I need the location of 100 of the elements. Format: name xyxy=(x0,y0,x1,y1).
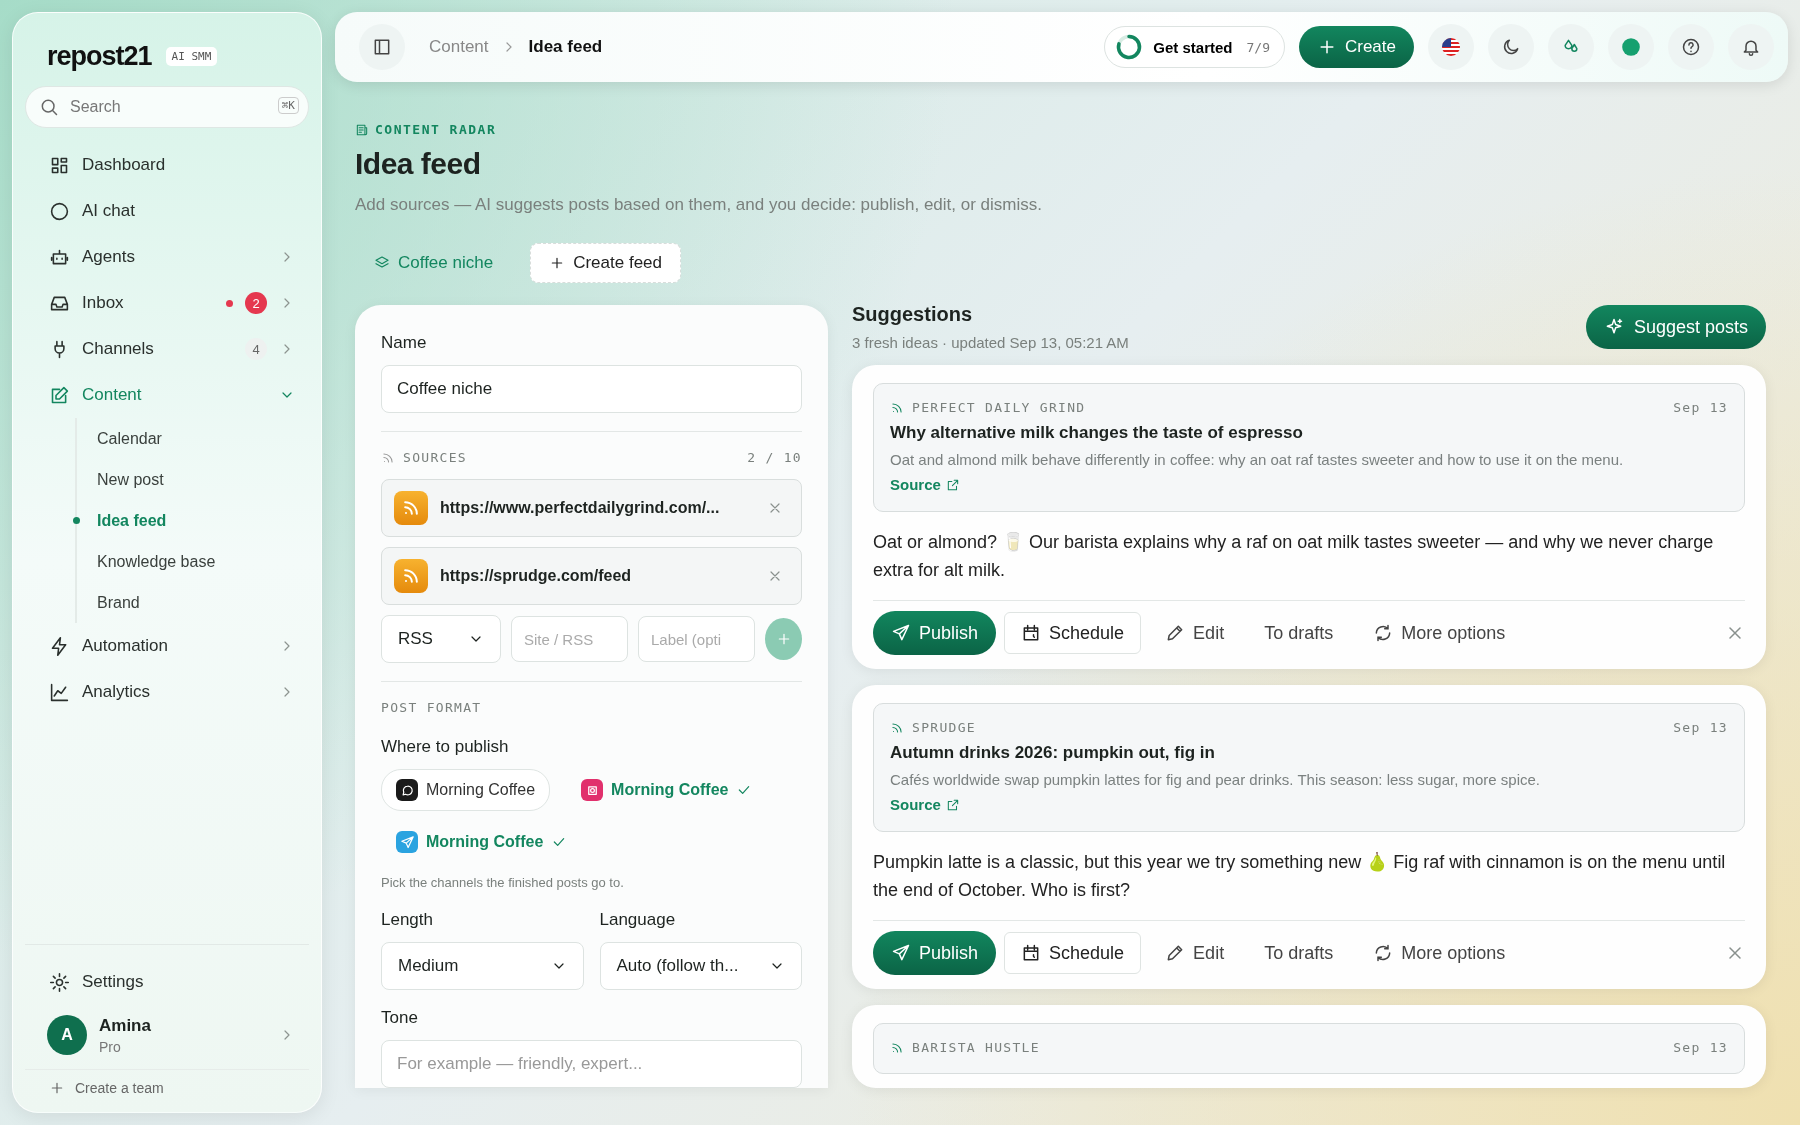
label-field[interactable]: Label (opti xyxy=(638,616,755,662)
publish-button[interactable]: Publish xyxy=(873,931,997,975)
action-button[interactable]: To drafts xyxy=(1248,931,1350,975)
sub-nav-item[interactable]: Brand xyxy=(97,582,140,623)
get-started-button[interactable]: Get started 7/9 xyxy=(1104,26,1285,68)
sub-nav-item[interactable]: Knowledge base xyxy=(97,541,216,582)
article-title: Why alternative milk changes the taste of espresso xyxy=(890,423,1304,443)
article-summary: Cafés worldwide swap pumpkin lattes for fig and pear drinks. This season: less sugar, more spice. xyxy=(890,771,1542,788)
field-label: Tone xyxy=(381,1008,419,1028)
user-name: Amina xyxy=(99,1015,152,1036)
nav-item[interactable]: Dashboard xyxy=(25,142,309,188)
source-type-select[interactable]: RSS xyxy=(381,615,501,663)
avatar: A xyxy=(47,1015,87,1055)
channel-chip[interactable]: Morning Coffee xyxy=(381,769,551,811)
sidebar-toggle-button[interactable] xyxy=(359,24,405,70)
rss-icon xyxy=(890,1040,904,1055)
status-dot-icon xyxy=(1620,36,1642,58)
count-badge: 4 xyxy=(245,338,267,360)
chart-icon xyxy=(49,681,70,703)
create-team-button[interactable]: Create a team xyxy=(25,1069,309,1102)
section-label: SOURCES xyxy=(403,450,467,465)
source-url: https://sprudge.com/feed xyxy=(440,567,633,585)
rss-icon xyxy=(394,559,428,593)
channel-chip[interactable]: Morning Coffee xyxy=(381,821,583,863)
page-subtitle: Add sources — AI suggests posts based on them, and you decide: publish, edit, or dismiss. xyxy=(355,195,1043,215)
chat-bubble-icon xyxy=(396,779,418,801)
progress-ring-icon xyxy=(1115,33,1144,61)
action-button[interactable]: Schedule xyxy=(1004,932,1142,974)
drops-button[interactable] xyxy=(1548,24,1594,70)
sources-count: 2 / 10 xyxy=(747,450,802,465)
eyebrow-label: CONTENT RADAR xyxy=(375,122,497,137)
url-field[interactable]: Site / RSS xyxy=(511,616,628,662)
article-date: Sep 13 xyxy=(1673,400,1728,415)
section-label: POST FORMAT xyxy=(381,700,483,715)
send-icon xyxy=(891,623,911,643)
logo[interactable]: repost21 xyxy=(47,41,152,72)
action-button[interactable]: To drafts xyxy=(1248,611,1350,655)
help-button[interactable] xyxy=(1668,24,1714,70)
create-button[interactable]: Create xyxy=(1298,26,1414,68)
add-source-button[interactable] xyxy=(765,618,802,660)
nav-item[interactable]: Agents xyxy=(25,234,309,280)
sub-nav-item[interactable]: Calendar xyxy=(97,418,162,459)
newspaper-icon xyxy=(355,122,369,137)
chat-circle-icon xyxy=(49,200,70,222)
tone-field[interactable]: For example — friendly, expert... xyxy=(381,1040,802,1088)
flag-icon xyxy=(1441,37,1461,57)
field-label: Language xyxy=(599,910,677,930)
length-select[interactable]: Medium xyxy=(381,942,584,990)
plus-icon xyxy=(49,1080,65,1096)
breadcrumb-item: Idea feed xyxy=(528,37,603,57)
nav-item[interactable]: Content xyxy=(25,372,309,418)
nav-item[interactable]: Channels 4 xyxy=(25,326,309,372)
send-icon xyxy=(891,943,911,963)
publish-button[interactable]: Publish xyxy=(873,611,997,655)
create-feed-button[interactable]: Create feed xyxy=(530,243,681,283)
suggest-posts-button[interactable]: Suggest posts xyxy=(1585,305,1766,349)
nav-item[interactable]: Analytics xyxy=(25,669,309,715)
rss-icon xyxy=(394,491,428,525)
nav-item[interactable]: Automation xyxy=(25,623,309,669)
action-button[interactable]: Edit xyxy=(1149,931,1241,975)
user-plan: Pro xyxy=(99,1038,122,1055)
source-link[interactable]: Source xyxy=(890,476,1728,493)
search-icon xyxy=(39,97,59,117)
field-label: Length xyxy=(381,910,434,930)
status-button[interactable] xyxy=(1608,24,1654,70)
camera-icon xyxy=(581,779,604,801)
sub-nav-item[interactable]: Idea feed xyxy=(97,500,167,541)
panel-icon xyxy=(372,37,392,57)
article-summary: Oat and almond milk behave differently in coffee: why an oat raf tastes sweeter and how to use it on the menu. xyxy=(890,451,1625,468)
notifications-button[interactable] xyxy=(1728,24,1774,70)
settings-item[interactable]: Settings xyxy=(25,959,309,1005)
article-date: Sep 13 xyxy=(1673,720,1728,735)
paper-plane-icon xyxy=(396,831,418,853)
count-badge: 2 xyxy=(245,292,267,314)
sub-nav-item[interactable]: New post xyxy=(97,459,164,500)
action-button[interactable]: More options xyxy=(1357,931,1522,975)
nav-item[interactable]: AI chat xyxy=(25,188,309,234)
article-date: Sep 13 xyxy=(1673,1040,1728,1055)
language-button[interactable] xyxy=(1428,24,1474,70)
language-select[interactable]: Auto (follow th... xyxy=(599,942,802,990)
name-field[interactable]: Coffee niche xyxy=(381,365,802,413)
action-button[interactable]: Schedule xyxy=(1004,612,1142,654)
action-button[interactable]: Edit xyxy=(1149,611,1241,655)
nav-item[interactable]: Inbox 2 xyxy=(25,280,309,326)
edit-icon xyxy=(49,384,70,406)
rss-icon xyxy=(890,400,904,415)
theme-button[interactable] xyxy=(1488,24,1534,70)
moon-icon xyxy=(1501,37,1521,57)
rss-icon xyxy=(890,720,904,735)
shortcut-hint: ⌘K xyxy=(277,97,299,114)
section-title: Suggestions xyxy=(852,303,973,326)
suggestions-meta: 3 fresh ideas · updated Sep 13, 05:21 AM xyxy=(852,334,1129,351)
page-title: Idea feed xyxy=(355,147,482,181)
source-link[interactable]: Source xyxy=(890,796,1728,813)
rss-icon xyxy=(381,450,395,465)
external-link-icon xyxy=(945,797,960,812)
article-title: Autumn drinks 2026: pumpkin out, fig in xyxy=(890,743,1216,763)
channel-chip[interactable]: Morning Coffee xyxy=(566,769,768,811)
action-button[interactable]: More options xyxy=(1357,611,1522,655)
source-name: SPRUDGE xyxy=(912,720,976,735)
